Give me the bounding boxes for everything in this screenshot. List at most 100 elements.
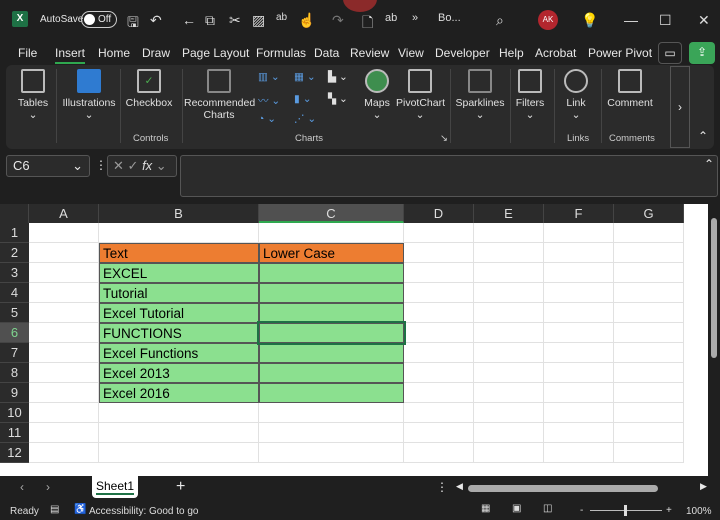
cell-F3[interactable] xyxy=(544,263,614,283)
cell-A1[interactable] xyxy=(29,223,99,243)
spreadsheet-grid[interactable]: A B C D E F G 1 2 Text Lower Case 3 EXCEL 4 Tutorial 5 E… xyxy=(0,204,708,476)
cut-icon[interactable]: ✂ xyxy=(229,12,241,29)
maps-button[interactable]: Maps ⌄ xyxy=(362,69,392,121)
cell-F9[interactable] xyxy=(544,383,614,403)
paste-icon[interactable]: ▨ xyxy=(252,12,265,29)
cell-B5[interactable]: Excel Tutorial xyxy=(99,303,259,323)
vertical-scrollbar[interactable] xyxy=(708,204,720,476)
column-chart-button[interactable]: ▥ ⌄ xyxy=(258,71,280,83)
row-header-12[interactable]: 12 xyxy=(0,443,29,463)
cell-B10[interactable] xyxy=(99,403,259,423)
cell-F1[interactable] xyxy=(544,223,614,243)
tab-home[interactable]: Home xyxy=(98,46,130,60)
cell-E6[interactable] xyxy=(474,323,544,343)
tab-insert[interactable]: Insert xyxy=(55,46,86,64)
pie-chart-button[interactable]: ◔ ⌄ xyxy=(258,113,276,125)
tab-view[interactable]: View xyxy=(398,46,424,60)
cell-E1[interactable] xyxy=(474,223,544,243)
more-options-icon[interactable]: ⋮ xyxy=(436,480,448,494)
cell-F2[interactable] xyxy=(544,243,614,263)
cell-B8[interactable]: Excel 2013 xyxy=(99,363,259,383)
column-header-B[interactable]: B xyxy=(99,204,259,223)
cell-B3[interactable]: EXCEL xyxy=(99,263,259,283)
cell-G2[interactable] xyxy=(614,243,684,263)
strikethrough-icon[interactable]: ab xyxy=(385,12,397,24)
scroll-left-icon[interactable]: ◀ xyxy=(456,481,463,492)
cell-B11[interactable] xyxy=(99,423,259,443)
zoom-slider-thumb[interactable] xyxy=(624,505,627,516)
cell-A10[interactable] xyxy=(29,403,99,423)
page-break-view-icon[interactable]: ◫ xyxy=(543,503,552,514)
back-icon[interactable]: ← xyxy=(182,12,196,28)
save-icon[interactable]: 🖫 xyxy=(127,12,139,36)
cell-E7[interactable] xyxy=(474,343,544,363)
autosave-toggle[interactable]: Off xyxy=(81,11,117,28)
cell-A12[interactable] xyxy=(29,443,99,463)
expand-formula-icon[interactable]: ⌃ xyxy=(704,157,714,171)
undo-icon[interactable]: ↶ xyxy=(150,12,162,29)
tab-help[interactable]: Help xyxy=(499,46,524,60)
cell-B4[interactable]: Tutorial xyxy=(99,283,259,303)
cell-A3[interactable] xyxy=(29,263,99,283)
cell-D2[interactable] xyxy=(404,243,474,263)
tab-draw[interactable]: Draw xyxy=(142,46,170,60)
hierarchy-chart-button[interactable]: ▦ ⌄ xyxy=(294,71,316,83)
tab-file[interactable]: File xyxy=(18,46,37,60)
cell-A4[interactable] xyxy=(29,283,99,303)
row-header-6[interactable]: 6 xyxy=(0,323,29,343)
link-button[interactable]: Link ⌄ xyxy=(560,69,592,121)
formula-input[interactable] xyxy=(180,155,718,197)
column-header-C[interactable]: C xyxy=(259,204,404,223)
cell-F5[interactable] xyxy=(544,303,614,323)
redo-icon[interactable]: ↷ xyxy=(332,12,344,29)
cell-E12[interactable] xyxy=(474,443,544,463)
cell-C5[interactable] xyxy=(259,303,404,323)
cell-E11[interactable] xyxy=(474,423,544,443)
cancel-icon[interactable]: ✕ xyxy=(113,158,124,173)
cell-D5[interactable] xyxy=(404,303,474,323)
cell-C11[interactable] xyxy=(259,423,404,443)
zoom-slider[interactable] xyxy=(590,505,662,516)
touch-mode-icon[interactable]: ☝ xyxy=(298,12,315,29)
normal-view-icon[interactable]: ▦ xyxy=(481,503,490,514)
maximize-icon[interactable]: ☐ xyxy=(659,12,672,29)
cell-G7[interactable] xyxy=(614,343,684,363)
cell-C9[interactable] xyxy=(259,383,404,403)
share-button[interactable]: ⇪ xyxy=(689,42,715,64)
row-header-9[interactable]: 9 xyxy=(0,383,29,403)
accessibility-icon[interactable]: ♿ xyxy=(74,504,86,515)
collapse-ribbon-icon[interactable]: ⌃ xyxy=(698,129,708,143)
charts-dialog-launcher-icon[interactable]: ↘ xyxy=(440,133,448,144)
cell-F12[interactable] xyxy=(544,443,614,463)
minimize-icon[interactable]: — xyxy=(624,12,638,28)
tab-data[interactable]: Data xyxy=(314,46,339,60)
cell-B1[interactable] xyxy=(99,223,259,243)
more-icon[interactable]: ⋮ xyxy=(95,158,107,172)
cell-D7[interactable] xyxy=(404,343,474,363)
cell-A8[interactable] xyxy=(29,363,99,383)
function-icon[interactable]: fx xyxy=(142,158,152,173)
tables-button[interactable]: Tables ⌄ xyxy=(14,69,52,121)
enter-icon[interactable]: ✓ xyxy=(128,158,139,173)
tab-page-layout[interactable]: Page Layout xyxy=(182,46,249,60)
copy-icon[interactable]: ⧉ xyxy=(205,12,215,29)
tab-developer[interactable]: Developer xyxy=(435,46,490,60)
cell-F8[interactable] xyxy=(544,363,614,383)
column-header-D[interactable]: D xyxy=(404,204,474,223)
cell-A9[interactable] xyxy=(29,383,99,403)
cell-E4[interactable] xyxy=(474,283,544,303)
zoom-level[interactable]: 100% xyxy=(686,506,712,517)
tab-formulas[interactable]: Formulas xyxy=(256,46,306,60)
cell-F6[interactable] xyxy=(544,323,614,343)
zoom-in-button[interactable]: + xyxy=(666,505,672,516)
comments-button[interactable]: ▭ xyxy=(658,42,682,64)
overflow-icon[interactable]: » xyxy=(412,12,418,24)
cell-G8[interactable] xyxy=(614,363,684,383)
add-sheet-icon[interactable]: + xyxy=(176,478,185,496)
cell-C10[interactable] xyxy=(259,403,404,423)
scatter-chart-button[interactable]: ⋰ ⌄ xyxy=(294,113,316,125)
scroll-right-icon[interactable]: ▶ xyxy=(700,481,707,492)
row-header-2[interactable]: 2 xyxy=(0,243,29,263)
tab-review[interactable]: Review xyxy=(350,46,389,60)
scrollbar-thumb[interactable] xyxy=(711,218,717,358)
